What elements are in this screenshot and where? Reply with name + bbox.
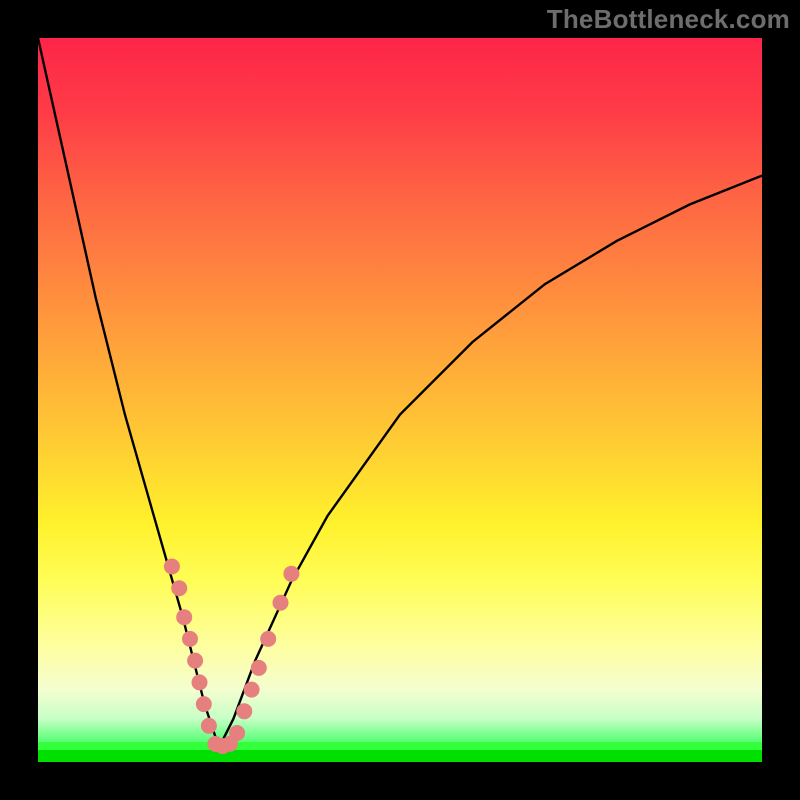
highlight-dot [187,653,203,669]
chart-frame: TheBottleneck.com [0,0,800,800]
highlight-dot [196,696,212,712]
highlight-dot [182,631,198,647]
bottleneck-curve [38,38,762,748]
highlight-dot [176,609,192,625]
highlight-dot [251,660,267,676]
highlight-dot [164,559,180,575]
highlight-dot [260,631,276,647]
curve-layer [38,38,762,762]
highlight-dot [192,674,208,690]
highlight-dot [171,580,187,596]
highlight-dot [273,595,289,611]
highlight-dot [236,703,252,719]
highlight-dot [244,682,260,698]
plot-area [38,38,762,762]
highlight-dot [229,725,245,741]
watermark-text: TheBottleneck.com [547,4,790,35]
highlight-dot [201,718,217,734]
highlight-dot [283,566,299,582]
